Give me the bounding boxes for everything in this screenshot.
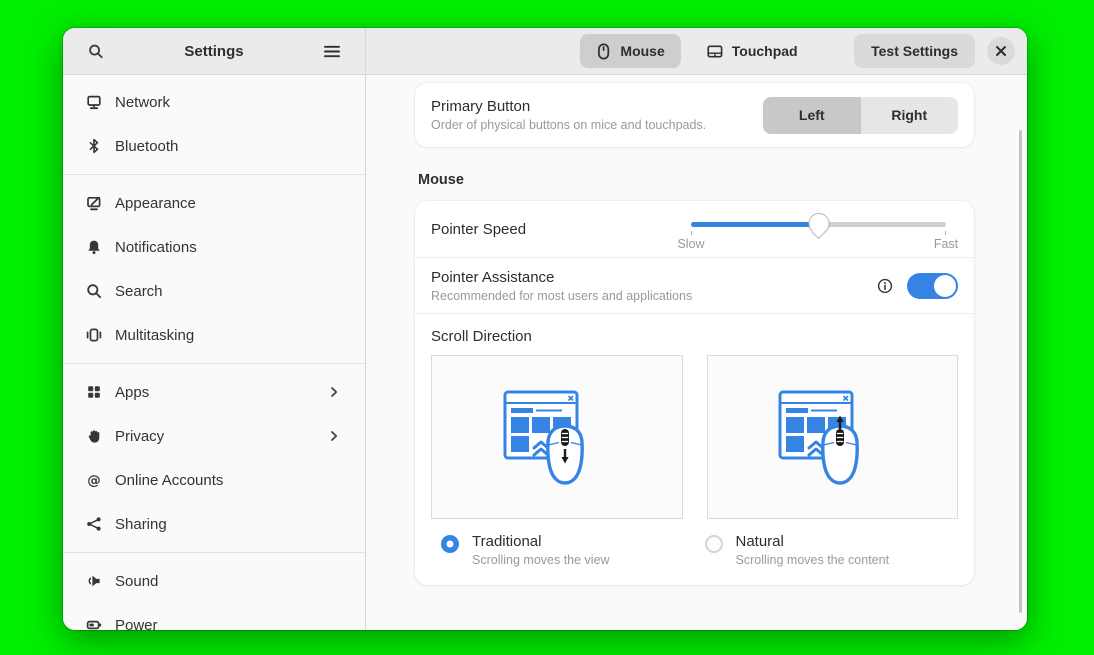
test-settings-button[interactable]: Test Settings: [854, 34, 975, 68]
sidebar-item-online-accounts[interactable]: @ Online Accounts: [63, 458, 365, 502]
pointer-speed-slider[interactable]: Slow Fast: [679, 204, 958, 254]
natural-scroll-illustration: [707, 355, 959, 519]
scroll-option-natural[interactable]: Natural Scrolling moves the content: [695, 529, 959, 567]
pointer-assistance-title: Pointer Assistance: [431, 269, 692, 286]
sidebar-separator: [63, 174, 365, 175]
settings-page: Primary Button Order of physical buttons…: [366, 75, 1027, 630]
pointer-assistance-toggle[interactable]: [907, 273, 958, 299]
scroll-direction-row: Scroll Direction: [415, 313, 974, 585]
speaker-icon: [86, 573, 102, 589]
pointer-assistance-subtitle: Recommended for most users and applicati…: [431, 289, 692, 303]
slider-fill: [691, 222, 819, 227]
sidebar-separator: [63, 363, 365, 364]
radio-traditional[interactable]: [441, 535, 459, 553]
pointer-speed-row: Pointer Speed Slow Fast: [415, 201, 974, 257]
app-title: Settings: [112, 43, 316, 60]
magnifier-icon: [86, 283, 102, 299]
sidebar-item-sharing[interactable]: Sharing: [63, 502, 365, 546]
sidebar-item-power[interactable]: Power: [63, 603, 365, 630]
sidebar: Settings Network: [63, 28, 366, 630]
sidebar-item-search[interactable]: Search: [63, 269, 365, 313]
scroll-up-mouse-icon: [772, 386, 892, 488]
touchpad-icon: [707, 43, 723, 59]
tab-mouse[interactable]: Mouse: [579, 34, 680, 68]
close-window-button[interactable]: [987, 37, 1015, 65]
radio-natural[interactable]: [705, 535, 723, 553]
slider-handle[interactable]: [808, 213, 829, 234]
chevron-right-icon: [326, 384, 342, 400]
svg-text:@: @: [87, 472, 101, 488]
scroll-option-traditional[interactable]: Traditional Scrolling moves the view: [431, 529, 695, 567]
sidebar-item-multitasking[interactable]: Multitasking: [63, 313, 365, 357]
share-icon: [86, 516, 102, 532]
search-icon: [88, 43, 104, 59]
main-menu-button[interactable]: [316, 35, 348, 67]
slider-max-label: Fast: [934, 237, 958, 251]
tab-touchpad[interactable]: Touchpad: [691, 34, 814, 68]
slider-tick-slow: [691, 231, 692, 235]
sidebar-item-sound[interactable]: Sound: [63, 559, 365, 603]
main-pane: Mouse Touchpad Test Settings: [366, 28, 1027, 630]
tab-touchpad-label: Touchpad: [732, 43, 798, 59]
scroll-down-mouse-icon: [497, 386, 617, 488]
hamburger-menu-icon: [324, 43, 340, 59]
section-title-mouse: Mouse: [418, 172, 974, 188]
sidebar-item-appearance[interactable]: Appearance: [63, 181, 365, 225]
primary-button-title: Primary Button: [431, 98, 706, 115]
multitasking-icon: [86, 327, 102, 343]
info-icon[interactable]: [877, 278, 893, 294]
sidebar-item-notifications[interactable]: Notifications: [63, 225, 365, 269]
at-sign-icon: @: [86, 472, 102, 488]
slider-tick-fast: [945, 231, 946, 235]
sidebar-item-bluetooth[interactable]: Bluetooth: [63, 124, 365, 168]
scroll-direction-label: Scroll Direction: [415, 314, 974, 355]
sidebar-header: Settings: [63, 28, 365, 75]
primary-button-left[interactable]: Left: [763, 97, 861, 134]
traditional-scroll-illustration: [431, 355, 683, 519]
sidebar-item-network[interactable]: Network: [63, 80, 365, 124]
sidebar-item-privacy[interactable]: Privacy: [63, 414, 365, 458]
headerbar-right: Test Settings: [854, 34, 1015, 68]
chevron-right-icon: [326, 428, 342, 444]
primary-button-toggle-group: Left Right: [763, 97, 958, 134]
bell-icon: [86, 239, 102, 255]
desktop: Settings Network: [0, 0, 1094, 655]
network-icon: [86, 94, 102, 110]
sidebar-separator: [63, 552, 365, 553]
main-headerbar: Mouse Touchpad Test Settings: [366, 28, 1027, 75]
primary-button-subtitle: Order of physical buttons on mice and to…: [431, 118, 706, 132]
pointer-speed-label: Pointer Speed: [431, 221, 526, 238]
slider-min-label: Slow: [677, 237, 704, 251]
mouse-settings-card: Pointer Speed Slow Fast: [415, 201, 974, 585]
view-switcher: Mouse Touchpad: [579, 34, 813, 68]
sidebar-list: Network Bluetooth Appearance: [63, 75, 365, 630]
vertical-scrollbar[interactable]: [1019, 130, 1022, 613]
bluetooth-icon: [86, 138, 102, 154]
tab-mouse-label: Mouse: [620, 43, 664, 59]
battery-icon: [86, 617, 102, 630]
mouse-icon: [595, 43, 611, 59]
sidebar-item-apps[interactable]: Apps: [63, 370, 365, 414]
primary-button-right[interactable]: Right: [861, 97, 959, 134]
hand-icon: [86, 428, 102, 444]
appearance-icon: [86, 195, 102, 211]
primary-button-row: Primary Button Order of physical buttons…: [415, 83, 974, 147]
apps-grid-icon: [86, 384, 102, 400]
pointer-assistance-row: Pointer Assistance Recommended for most …: [415, 257, 974, 313]
settings-window: Settings Network: [63, 28, 1027, 630]
search-button[interactable]: [80, 35, 112, 67]
close-icon: [993, 43, 1009, 59]
toggle-knob: [934, 275, 956, 297]
